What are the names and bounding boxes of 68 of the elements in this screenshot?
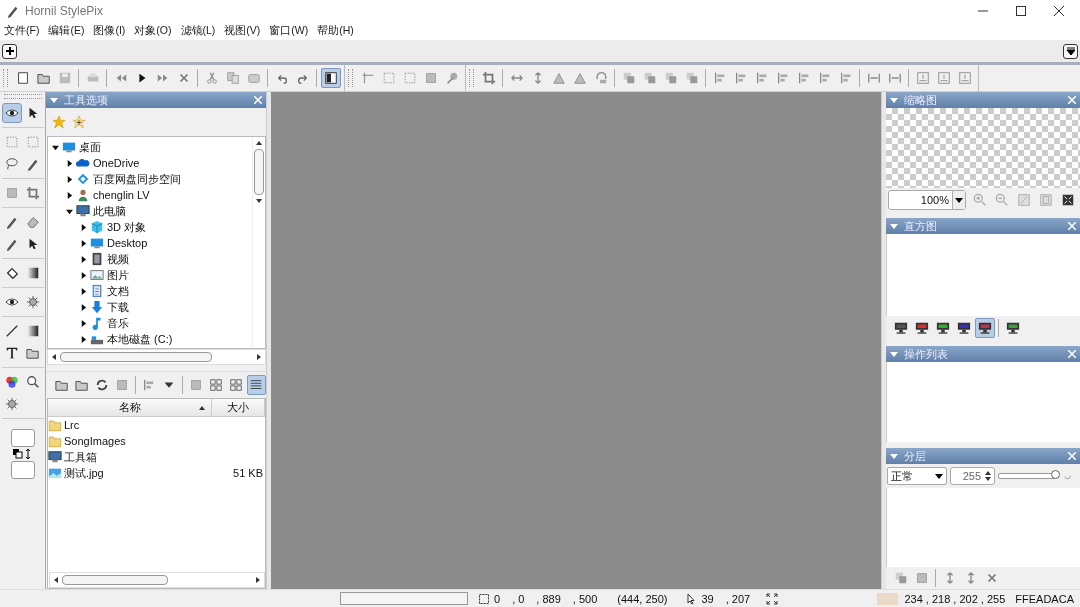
tree-item-label: 百度网盘同步空间	[93, 171, 181, 187]
opacity-value: 255	[962, 470, 981, 482]
opacity-spinbox[interactable]: 255	[950, 467, 995, 485]
menu-item[interactable]: 图像(I)	[93, 24, 126, 38]
tree-item[interactable]: 百度网盘同步空间	[48, 171, 252, 187]
selection-coordinate: , 500	[572, 592, 598, 605]
panel-title: 分层	[904, 448, 926, 464]
pixel-hex: FFEADACA	[1015, 592, 1074, 605]
zoom-value: 100%	[919, 194, 950, 206]
selection-coordinate: , 0	[512, 592, 525, 605]
file-name: 工具箱	[64, 449, 97, 465]
tree-item[interactable]: 3D 对象	[48, 219, 252, 235]
selection-coordinate: 0	[494, 592, 501, 605]
column-header[interactable]: 名称	[48, 399, 212, 416]
tree-item-label: 桌面	[79, 139, 101, 155]
tree-item-label: OneDrive	[93, 157, 140, 169]
pixel-rgba: 234 , 218 , 202 , 255	[904, 592, 1006, 605]
tree-item-label: 文档	[107, 283, 129, 299]
menu-item[interactable]: 编辑(E)	[48, 24, 85, 38]
cursor-coordinate: , 207	[725, 592, 751, 605]
tree-item-label: 下载	[107, 299, 129, 315]
tree-item[interactable]: 文档	[48, 283, 252, 299]
tree-item[interactable]: 图片	[48, 267, 252, 283]
tree-item[interactable]: OneDrive	[48, 155, 252, 171]
panel-title: 工具选项	[64, 92, 108, 108]
column-header-label: 名称	[118, 400, 141, 415]
menu-item[interactable]: 窗口(W)	[269, 24, 309, 38]
tree-item[interactable]: 此电脑	[48, 203, 252, 219]
tree-item-label: 3D 对象	[107, 219, 147, 235]
column-header-label: 大小	[227, 400, 249, 415]
tree-item[interactable]: 视频	[48, 251, 252, 267]
panel-title: 缩略图	[904, 92, 937, 108]
cursor-coordinate: 39	[701, 592, 714, 605]
file-name: 测试.jpg	[64, 465, 104, 481]
tree-item-label: chenglin LV	[93, 189, 150, 201]
menu-item[interactable]: 文件(F)	[4, 24, 40, 38]
selection-center: (444, 250)	[617, 592, 668, 605]
panel-title: 直方图	[904, 218, 937, 234]
zoom-combo[interactable]: 100%	[888, 190, 966, 210]
blend-mode-value: 正常	[891, 468, 913, 484]
tree-item[interactable]: chenglin LV	[48, 187, 252, 203]
menu-item[interactable]: 滤镜(L)	[180, 24, 216, 38]
file-row[interactable]: 测试.jpg 51 KB	[48, 465, 265, 481]
file-row[interactable]: 工具箱	[48, 449, 265, 465]
tree-item-label: 本地磁盘 (C:)	[107, 331, 173, 347]
selection-coordinate: , 889	[536, 592, 561, 605]
file-row[interactable]: SongImages	[48, 433, 265, 449]
file-name: SongImages	[64, 435, 126, 447]
tree-item-label: 视频	[107, 251, 129, 267]
blend-mode-dropdown[interactable]: 正常	[887, 467, 947, 485]
column-header[interactable]: 大小	[212, 399, 265, 416]
file-name: Lrc	[64, 419, 80, 431]
menu-item[interactable]: 帮助(H)	[317, 24, 354, 38]
tree-item-label: 图片	[107, 267, 129, 283]
tree-item[interactable]: 音乐	[48, 315, 252, 331]
window-title: Hornil StylePix	[25, 4, 104, 18]
tree-item[interactable]: 本地磁盘 (C:)	[48, 331, 252, 347]
panel-title: 操作列表	[904, 346, 948, 362]
tree-item[interactable]: 下载	[48, 299, 252, 315]
tree-item-label: 音乐	[107, 315, 129, 331]
tree-item[interactable]: Desktop	[48, 235, 252, 251]
menu-item[interactable]: 对象(O)	[134, 24, 172, 38]
tree-item[interactable]: 桌面	[48, 139, 252, 155]
tree-item-label: Desktop	[107, 237, 148, 249]
tree-item-label: 此电脑	[93, 203, 126, 219]
menu-item[interactable]: 视图(V)	[224, 24, 261, 38]
file-row[interactable]: Lrc	[48, 417, 265, 433]
file-size: 51 KB	[233, 467, 263, 479]
